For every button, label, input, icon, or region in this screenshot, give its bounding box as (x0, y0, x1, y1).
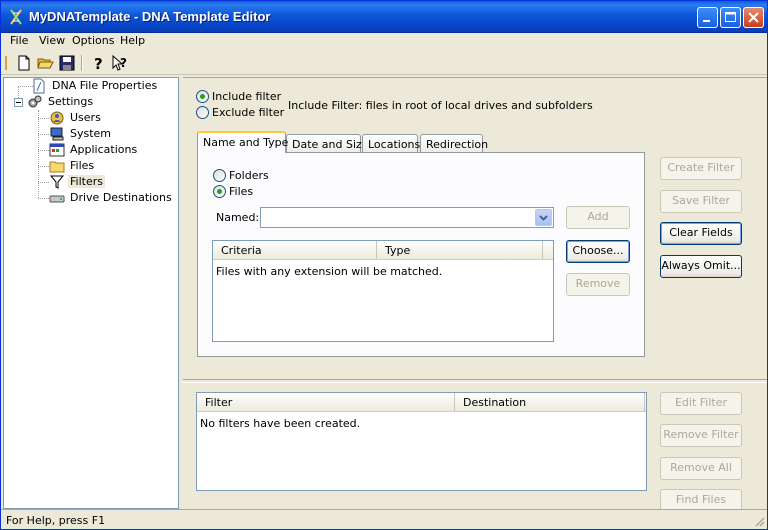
files-label[interactable]: Files (229, 185, 253, 198)
settings-tree[interactable]: DNA File Properties Settings Users Syste… (3, 77, 179, 509)
column-header-filter[interactable]: Filter (197, 393, 455, 412)
status-bar: For Help, press F1 (1, 509, 767, 529)
filter-description: Include Filter: files in root of local d… (288, 99, 593, 112)
svg-text:?: ? (120, 56, 127, 70)
close-button[interactable] (743, 7, 764, 28)
tab-redirection[interactable]: Redirection (420, 134, 488, 153)
tree-line (38, 182, 49, 183)
criteria-empty-message: Files with any extension will be matched… (216, 265, 443, 278)
new-icon[interactable] (15, 54, 33, 72)
applications-icon (49, 143, 65, 157)
folders-label[interactable]: Folders (229, 169, 269, 182)
maximize-button[interactable] (720, 7, 741, 28)
menu-file[interactable]: File (10, 34, 28, 47)
clear-fields-button[interactable]: Clear Fields (660, 222, 742, 245)
window-title: MyDNATemplate - DNA Template Editor (29, 9, 271, 24)
tree-line (38, 150, 49, 151)
include-filter-label[interactable]: Include filter (212, 90, 281, 103)
edit-filter-button[interactable]: Edit Filter (660, 392, 742, 415)
resize-grip-icon[interactable] (753, 515, 765, 527)
svg-text:?: ? (94, 55, 103, 72)
main-window: MyDNATemplate - DNA Template Editor File… (0, 0, 768, 530)
criteria-list[interactable]: Criteria Type Files with any extension w… (212, 240, 554, 342)
menu-view[interactable]: View (39, 34, 65, 47)
tree-line (38, 134, 49, 135)
toolbar-grip (5, 56, 7, 70)
menu-bar: File View Options Help (1, 33, 767, 50)
tree-item-label: Drive Destinations (70, 191, 172, 204)
tree-item-label: Applications (70, 143, 138, 156)
filters-empty-message: No filters have been created. (200, 417, 361, 430)
minimize-button[interactable] (697, 7, 718, 28)
files-radio[interactable] (213, 185, 226, 198)
folders-radio[interactable] (213, 169, 226, 182)
column-header-destination[interactable]: Destination (455, 393, 645, 412)
remove-filter-button[interactable]: Remove Filter (660, 424, 742, 447)
include-filter-radio[interactable] (196, 90, 209, 103)
maximize-icon (725, 12, 736, 22)
toolbar-separator (81, 55, 83, 71)
remove-all-button[interactable]: Remove All (660, 457, 742, 480)
save-icon[interactable] (58, 54, 76, 72)
add-button[interactable]: Add (566, 206, 630, 229)
close-icon (748, 12, 759, 23)
tree-item-label: DNA File Properties (52, 79, 158, 92)
always-omit-button[interactable]: Always Omit... (660, 255, 742, 278)
create-filter-button[interactable]: Create Filter (660, 157, 742, 180)
filter-editor-panel: Include filter Exclude filter Include Fi… (183, 77, 767, 379)
users-icon (50, 111, 64, 125)
tree-line (38, 198, 49, 199)
help-icon[interactable]: ? (89, 54, 107, 72)
chevron-down-icon (539, 215, 548, 221)
status-text: For Help, press F1 (6, 514, 106, 527)
menu-options[interactable]: Options (72, 34, 114, 47)
tab-locations[interactable]: Locations (362, 134, 420, 153)
tree-item-label: Files (70, 159, 95, 172)
criteria-list-header: Criteria Type (213, 241, 553, 260)
drive-icon (49, 195, 65, 203)
settings-collapse-toggle[interactable] (14, 98, 23, 107)
tab-name-and-type[interactable]: Name and Type (197, 131, 288, 153)
exclude-filter-radio[interactable] (196, 106, 209, 119)
combo-dropdown-button[interactable] (535, 209, 552, 226)
name-and-type-panel: Folders Files Named: Add Criteria Type F… (197, 152, 645, 357)
context-help-icon[interactable]: ? (111, 54, 129, 72)
dna-helix-icon (10, 9, 22, 25)
title-bar[interactable]: MyDNATemplate - DNA Template Editor (1, 1, 767, 33)
minimize-icon (703, 20, 710, 22)
tree-line (38, 118, 49, 119)
find-files-button[interactable]: Find Files (660, 489, 742, 509)
tree-item-label: Filters (68, 175, 105, 188)
system-icon (50, 127, 64, 141)
filters-list[interactable]: Filter Destination No filters have been … (196, 392, 647, 491)
tree-item-label: System (70, 127, 112, 140)
filters-panel: Filter Destination No filters have been … (183, 383, 767, 509)
tab-date-and-size[interactable]: Date and Size (286, 134, 369, 153)
dna-file-icon (33, 78, 45, 94)
open-icon[interactable] (37, 54, 55, 72)
exclude-filter-label[interactable]: Exclude filter (212, 106, 284, 119)
named-combobox[interactable] (260, 207, 554, 228)
settings-gears-icon (28, 95, 42, 108)
tree-item-label: Users (70, 111, 101, 124)
column-header-criteria[interactable]: Criteria (213, 241, 377, 260)
filter-icon (49, 175, 65, 189)
filters-list-header: Filter Destination (197, 393, 646, 412)
save-filter-button[interactable]: Save Filter (660, 190, 742, 213)
named-label: Named: (216, 211, 260, 224)
folder-icon (49, 161, 65, 173)
tree-item-label: Settings (48, 95, 94, 108)
tree-line (38, 110, 39, 198)
tree-line (38, 166, 49, 167)
menu-help[interactable]: Help (120, 34, 145, 47)
column-header-type[interactable]: Type (377, 241, 543, 260)
toolbar: ? ? (1, 51, 767, 75)
remove-criteria-button[interactable]: Remove (566, 273, 630, 296)
choose-button[interactable]: Choose... (566, 240, 630, 263)
